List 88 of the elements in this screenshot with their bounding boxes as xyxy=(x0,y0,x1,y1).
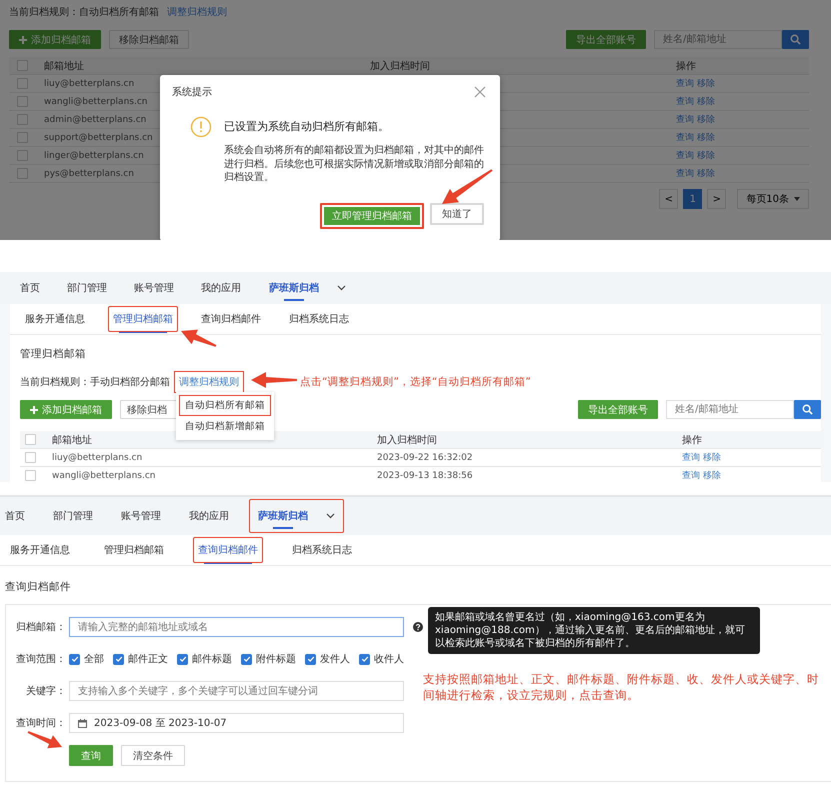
action-link[interactable]: 查询 xyxy=(676,77,694,90)
remove-mailbox-button[interactable]: 移除归档邮箱 xyxy=(109,30,189,49)
column-header: 操作 xyxy=(676,60,696,72)
search-field[interactable]: 姓名/邮箱地址 xyxy=(654,30,782,49)
action-link[interactable]: 查询 xyxy=(676,149,694,162)
nav-tab[interactable]: 首页 xyxy=(5,505,25,527)
annotation-text: 点击“调整归档规则”，选择“自动归档所有邮箱” xyxy=(300,375,531,389)
column-header: 操作 xyxy=(682,434,702,446)
email-cell: wangli@betterplans.cn xyxy=(44,96,148,106)
nav-tab[interactable]: 首页 xyxy=(20,277,40,299)
email-cell: support@betterplans.cn xyxy=(44,132,153,142)
time-cell: 2023-09-22 16:32:02 xyxy=(377,452,473,462)
clear-button[interactable]: 清空条件 xyxy=(121,745,185,766)
annotation-text: 支持按照邮箱地址、正文、邮件标题、附件标题、收、发件人或关键字、时间轴进行检索，设立完规则，点击查询。 xyxy=(423,672,820,704)
action-link[interactable]: 查询 xyxy=(676,131,694,144)
page-button[interactable]: 1 xyxy=(683,189,702,209)
sub-tab[interactable]: 归档系统日志 xyxy=(284,306,354,332)
column-header: 加入归档时间 xyxy=(377,434,437,446)
dialog-message: 系统会自动将所有的邮箱都设置为归档邮箱，对其中的邮件进行归档。后续您也可根据实际情况新增或取消部分邮箱的归档设置。 xyxy=(224,144,484,184)
action-link[interactable]: 移除 xyxy=(697,149,715,162)
email-cell: liuy@betterplans.cn xyxy=(44,78,134,88)
manage-mailboxes-button[interactable]: 立即管理归档邮箱 xyxy=(320,203,424,229)
nav-tab[interactable]: 账号管理 xyxy=(121,505,161,527)
adjust-rule-link[interactable]: 调整归档规则 xyxy=(167,5,227,19)
next-page-button[interactable]: > xyxy=(707,189,726,209)
date-range-field[interactable]: 2023-09-08 至 2023-10-07 xyxy=(69,713,404,733)
nav-tab[interactable]: 账号管理 xyxy=(134,277,174,299)
got-it-button[interactable]: 知道了 xyxy=(430,203,484,225)
action-link[interactable]: 移除 xyxy=(697,77,715,90)
action-link[interactable]: 移除 xyxy=(703,451,721,464)
prev-page-button[interactable]: < xyxy=(659,189,678,209)
checkbox-label: 邮件正文 xyxy=(128,652,168,666)
action-link[interactable]: 查询 xyxy=(682,469,700,482)
sub-tab[interactable]: 归档系统日志 xyxy=(287,537,357,563)
action-link[interactable]: 查询 xyxy=(682,451,700,464)
checkbox-label: 全部 xyxy=(84,652,104,666)
nav-tab[interactable]: 萨班斯归档 xyxy=(258,505,308,527)
action-link[interactable]: 移除 xyxy=(697,167,715,180)
rule-text: 当前归档规则：自动归档所有邮箱 xyxy=(9,6,159,19)
query-button[interactable]: 查询 xyxy=(69,745,113,766)
nav-tab[interactable]: 部门管理 xyxy=(53,505,93,527)
nav-tab[interactable]: 萨班斯归档 xyxy=(269,277,319,299)
add-mailbox-button[interactable]: 添加归档邮箱 xyxy=(20,400,112,419)
section-heading: 管理归档邮箱 xyxy=(20,347,86,361)
sub-tab[interactable]: 管理归档邮箱 xyxy=(99,537,169,563)
action-link[interactable]: 移除 xyxy=(697,95,715,108)
dialog-heading: 已设置为系统自动归档所有邮箱。 xyxy=(224,119,390,134)
nav-tab[interactable]: 我的应用 xyxy=(201,277,241,299)
dialog-title: 系统提示 xyxy=(172,86,212,99)
sub-tab[interactable]: 查询归档邮件 xyxy=(196,306,266,332)
column-header: 加入归档时间 xyxy=(370,60,430,72)
action-link[interactable]: 查询 xyxy=(676,95,694,108)
field-label: 查询范围： xyxy=(15,652,66,666)
email-cell: admin@betterplans.cn xyxy=(44,114,146,124)
email-cell: pys@betterplans.cn xyxy=(44,168,134,178)
checkbox-label: 发件人 xyxy=(320,653,350,666)
email-cell: wangli@betterplans.cn xyxy=(52,470,156,480)
checkbox-label: 附件标题 xyxy=(256,652,296,666)
field-label: 关键字： xyxy=(25,684,66,698)
section-heading: 查询归档邮件 xyxy=(5,580,71,594)
sub-tab[interactable]: 管理归档邮箱 xyxy=(108,306,178,332)
action-link[interactable]: 移除 xyxy=(697,131,715,144)
rule-text: 当前归档规则：手动归档部分邮箱 xyxy=(20,376,170,389)
sub-tab[interactable]: 服务开通信息 xyxy=(20,306,90,332)
action-link[interactable]: 移除 xyxy=(703,469,721,482)
checkbox-label: 邮件标题 xyxy=(192,652,232,666)
action-link[interactable]: 移除 xyxy=(697,113,715,126)
sub-tab[interactable]: 服务开通信息 xyxy=(5,537,75,563)
time-cell: 2023-09-13 18:38:56 xyxy=(377,470,473,480)
field-label: 查询时间： xyxy=(15,716,66,730)
column-header: 邮箱地址 xyxy=(52,434,92,446)
export-button[interactable]: 导出全部账号 xyxy=(578,400,658,419)
nav-tab[interactable]: 部门管理 xyxy=(67,277,107,299)
nav-tab[interactable]: 我的应用 xyxy=(189,505,229,527)
input-field[interactable]: 请输入完整的邮箱地址或域名 xyxy=(69,617,404,637)
tooltip: 如果邮箱或域名曾更名过（如，xiaoming@163.com更名为xiaoming@188.com），通过输入更名前、更名后的邮箱地址，就可以检索此账号或域名下被归档的所有邮件了。 xyxy=(428,607,760,654)
column-header: 邮箱地址 xyxy=(44,60,84,72)
action-link[interactable]: 查询 xyxy=(676,167,694,180)
menu-item[interactable]: 自动归档新增邮箱 xyxy=(179,416,271,437)
checkbox-label: 收件人 xyxy=(374,653,404,666)
email-cell: linger@betterplans.cn xyxy=(44,150,144,160)
email-cell: liuy@betterplans.cn xyxy=(52,452,142,462)
menu-item[interactable]: 自动归档所有邮箱 xyxy=(179,395,271,416)
sub-tab[interactable]: 查询归档邮件 xyxy=(193,537,263,563)
page-size-dropdown[interactable]: 每页10条 xyxy=(737,189,809,209)
field-label: 归档邮箱： xyxy=(15,620,66,634)
action-link[interactable]: 查询 xyxy=(676,113,694,126)
search-field[interactable]: 姓名/邮箱地址 xyxy=(666,400,794,419)
